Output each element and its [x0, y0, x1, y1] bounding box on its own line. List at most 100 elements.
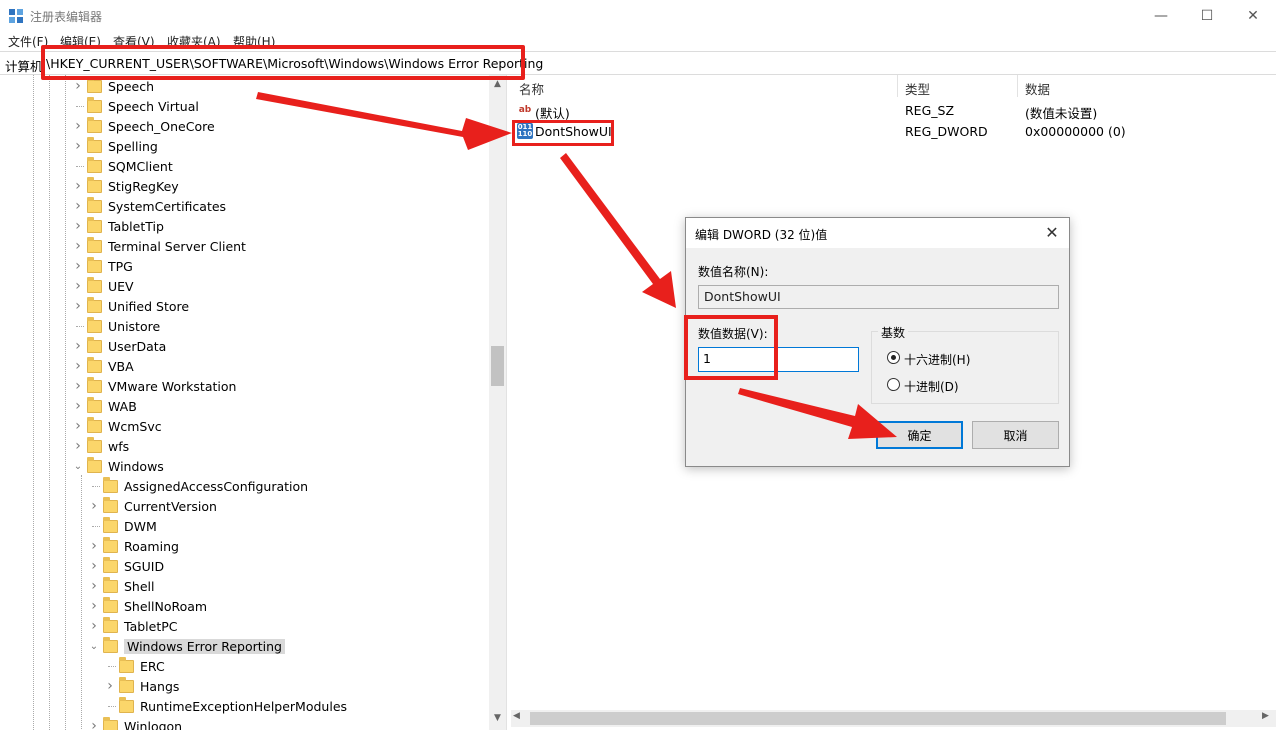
tree-item[interactable]: CurrentVersion	[103, 496, 217, 516]
tree-item[interactable]: Hangs	[119, 676, 179, 696]
tree-item-label: ShellNoRoam	[124, 598, 208, 614]
column-divider[interactable]	[1017, 75, 1018, 97]
tree-item[interactable]: Windows Error Reporting	[103, 636, 285, 656]
ok-button[interactable]: 确定	[876, 421, 963, 449]
value-row[interactable]: 011 110 DontShowUI REG_DWORD 0x00000000 …	[511, 121, 1276, 141]
tree-item[interactable]: SGUID	[103, 556, 164, 576]
dontshowui-highlight-box	[512, 120, 614, 146]
tree-item[interactable]: Spelling	[87, 136, 158, 156]
chevron-right-icon[interactable]: ›	[73, 296, 83, 316]
folder-icon	[87, 116, 102, 133]
chevron-right-icon[interactable]: ›	[73, 216, 83, 236]
tree-item[interactable]: Roaming	[103, 536, 179, 556]
chevron-right-icon[interactable]: ›	[89, 596, 99, 616]
minimize-button[interactable]: —	[1138, 0, 1184, 31]
tree-item[interactable]: Unistore	[87, 316, 160, 336]
tree-connector	[92, 486, 100, 487]
folder-icon	[87, 276, 102, 293]
tree-item[interactable]: Speech Virtual	[87, 96, 199, 116]
column-header-type[interactable]: 类型	[905, 79, 930, 98]
chevron-right-icon[interactable]: ›	[73, 356, 83, 376]
tree-item[interactable]: Terminal Server Client	[87, 236, 246, 256]
chevron-right-icon[interactable]: ›	[105, 676, 115, 696]
tree-connector	[76, 106, 84, 107]
tree-item[interactable]: UEV	[87, 276, 134, 296]
chevron-right-icon[interactable]: ›	[89, 556, 99, 576]
radio-dec[interactable]	[887, 378, 900, 391]
tree-item[interactable]: RuntimeExceptionHelperModules	[119, 696, 347, 716]
scroll-down-icon[interactable]: ▼	[489, 710, 506, 726]
chevron-right-icon[interactable]: ›	[73, 196, 83, 216]
value-data-highlight-box	[684, 315, 778, 380]
tree-item[interactable]: SystemCertificates	[87, 196, 226, 216]
tree-item[interactable]: DWM	[103, 516, 157, 536]
value-row[interactable]: ab (默认) REG_SZ (数值未设置)	[511, 100, 1276, 121]
chevron-right-icon[interactable]: ›	[73, 256, 83, 276]
chevron-right-icon[interactable]: ›	[73, 416, 83, 436]
chevron-right-icon[interactable]: ›	[73, 276, 83, 296]
tree-item[interactable]: Windows	[87, 456, 164, 476]
tree-item[interactable]: ShellNoRoam	[103, 596, 207, 616]
tree-item[interactable]: AssignedAccessConfiguration	[103, 476, 308, 496]
tree-item[interactable]: Shell	[103, 576, 155, 596]
tree-item[interactable]: wfs	[87, 436, 129, 456]
folder-icon	[87, 136, 102, 153]
column-header-data[interactable]: 数据	[1025, 79, 1050, 98]
tree-item[interactable]: UserData	[87, 336, 166, 356]
tree-item-label: TabletPC	[124, 618, 178, 634]
tree-item[interactable]: TabletPC	[103, 616, 178, 636]
tree-item[interactable]: StigRegKey	[87, 176, 179, 196]
tree-item[interactable]: Speech_OneCore	[87, 116, 215, 136]
value-data: (数值未设置)	[1025, 106, 1098, 121]
tree-item[interactable]: Winlogon	[103, 716, 182, 730]
chevron-right-icon[interactable]: ›	[89, 496, 99, 516]
radio-hex-label[interactable]: 十六进制(H)	[904, 351, 970, 368]
chevron-right-icon[interactable]: ›	[73, 136, 83, 156]
chevron-right-icon[interactable]: ›	[73, 116, 83, 136]
tree-item[interactable]: SQMClient	[87, 156, 173, 176]
tree-item[interactable]: Unified Store	[87, 296, 189, 316]
tree-item[interactable]: ERC	[119, 656, 165, 676]
tree-item[interactable]: TabletTip	[87, 216, 164, 236]
chevron-right-icon[interactable]: ›	[73, 376, 83, 396]
folder-icon	[103, 556, 118, 573]
chevron-right-icon[interactable]: ›	[73, 436, 83, 456]
chevron-down-icon[interactable]: ⌄	[89, 636, 99, 656]
radio-dec-label[interactable]: 十进制(D)	[904, 378, 959, 395]
column-header-name[interactable]: 名称	[519, 79, 544, 98]
tree-item[interactable]: WAB	[87, 396, 137, 416]
values-scroll-thumb[interactable]	[530, 712, 1226, 725]
tree-item[interactable]: TPG	[87, 256, 133, 276]
tree-item[interactable]: VBA	[87, 356, 134, 376]
chevron-right-icon[interactable]: ›	[89, 616, 99, 636]
scroll-left-icon[interactable]: ◀	[513, 711, 520, 721]
cancel-button[interactable]: 取消	[972, 421, 1059, 449]
folder-icon	[87, 196, 102, 213]
chevron-right-icon[interactable]: ›	[89, 536, 99, 556]
tree-item-label: SQMClient	[108, 158, 173, 174]
maximize-button[interactable]: ☐	[1184, 0, 1230, 31]
folder-icon	[87, 316, 102, 333]
tree-scrollbar[interactable]	[489, 75, 506, 730]
dialog-close-icon[interactable]: ✕	[1040, 221, 1064, 245]
chevron-right-icon[interactable]: ›	[73, 336, 83, 356]
chevron-right-icon[interactable]: ›	[73, 176, 83, 196]
scroll-right-icon[interactable]: ▶	[1262, 711, 1269, 721]
tree-item[interactable]: VMware Workstation	[87, 376, 236, 396]
chevron-right-icon[interactable]: ›	[89, 576, 99, 596]
chevron-down-icon[interactable]: ⌄	[73, 456, 83, 476]
folder-icon	[87, 456, 102, 473]
close-button[interactable]: ✕	[1230, 0, 1276, 31]
folder-icon	[87, 416, 102, 433]
tree-connector	[108, 666, 116, 667]
tree-item-label: Unistore	[108, 318, 161, 334]
chevron-right-icon[interactable]: ›	[89, 716, 99, 730]
registry-tree[interactable]: Speech › Speech Virtual Speech_OneCore › Spel…	[0, 75, 507, 730]
minimize-icon: —	[1154, 7, 1168, 24]
tree-scroll-thumb[interactable]	[491, 346, 504, 386]
column-divider[interactable]	[897, 75, 898, 97]
tree-item[interactable]: WcmSvc	[87, 416, 162, 436]
radio-hex[interactable]	[887, 351, 900, 364]
chevron-right-icon[interactable]: ›	[73, 236, 83, 256]
chevron-right-icon[interactable]: ›	[73, 396, 83, 416]
